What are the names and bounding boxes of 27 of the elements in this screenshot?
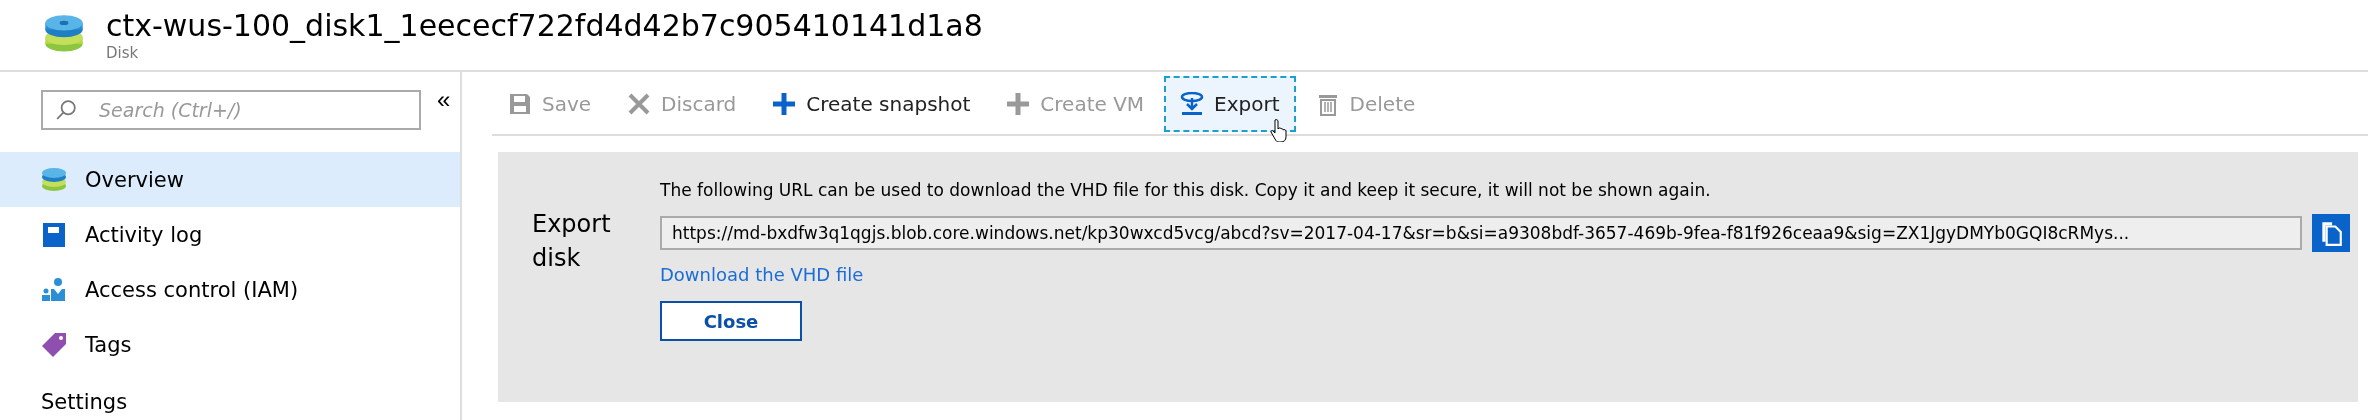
section-heading: Settings xyxy=(40,389,129,414)
nav-item[interactable]: Tags xyxy=(0,317,460,372)
page-subtitle: Disk xyxy=(106,44,140,62)
search-icon xyxy=(55,99,77,121)
book-icon xyxy=(41,221,67,248)
plus-icon xyxy=(1006,92,1031,116)
close-icon xyxy=(627,92,652,116)
pointer-cursor-icon xyxy=(1269,118,1288,142)
search-field[interactable]: Search (Ctrl+/) xyxy=(41,90,421,130)
page-title: ctx-wus-100_disk1_1eececf722fd4d42b7c905410141d1a8 xyxy=(106,8,983,44)
tag-icon xyxy=(41,331,67,358)
close-button[interactable]: Close xyxy=(660,301,802,341)
panel-heading: Export disk xyxy=(531,209,612,274)
download-icon xyxy=(1180,92,1205,116)
nav-item[interactable]: Activity log xyxy=(0,207,460,262)
nav-item[interactable]: Overview xyxy=(0,152,460,207)
collapse-button[interactable]: « xyxy=(437,90,451,110)
nav-item[interactable]: Access control (IAM) xyxy=(0,262,460,317)
copy-button[interactable] xyxy=(2312,214,2350,252)
people-icon xyxy=(41,276,67,303)
disk-icon xyxy=(41,166,67,193)
panel-message: The following URL can be used to download the VHD file for this disk. Copy it and keep it secure, it will not be shown again. xyxy=(660,180,1711,200)
plus-icon xyxy=(772,92,797,116)
url-field[interactable]: https://md-bxdfw3q1qgjs.blob.core.windows.net/kp30wxcd5vcg/abcd?sv=2017-04-17&sr=b&si=a9308bdf-3657-469b-9fea-f81f926ceaa9&sig=ZX1JgyDMYb0GQI8cRMys... xyxy=(660,216,2302,250)
toolbar-button[interactable]: Create snapshot xyxy=(756,76,987,132)
save-icon xyxy=(508,92,532,116)
download-link[interactable]: Download the VHD file xyxy=(660,264,864,285)
